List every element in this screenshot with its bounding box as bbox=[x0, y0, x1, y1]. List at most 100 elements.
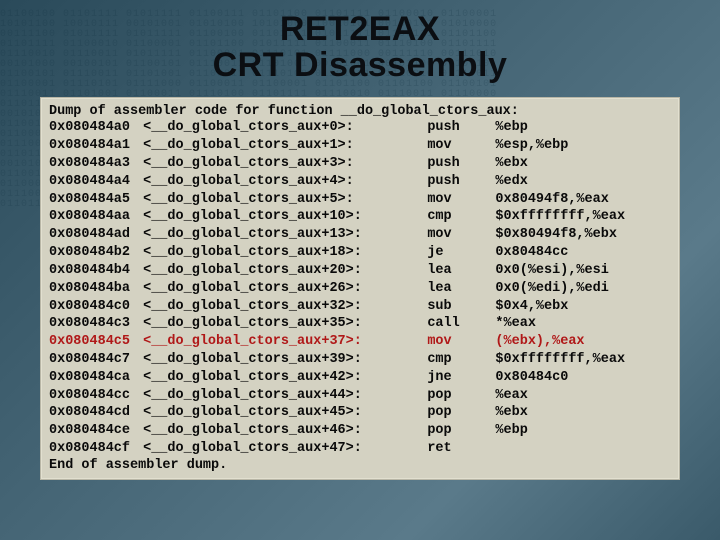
disassembly-row: 0x080484a4 <__do_global_ctors_aux+4>: pu… bbox=[49, 173, 671, 191]
addr: 0x080484a5 bbox=[49, 191, 135, 209]
opcode: ret bbox=[427, 440, 487, 458]
operands: $0xffffffff,%eax bbox=[495, 208, 625, 226]
addr: 0x080484cd bbox=[49, 404, 135, 422]
opcode: pop bbox=[427, 422, 487, 440]
addr: 0x080484ce bbox=[49, 422, 135, 440]
disassembly-row: 0x080484cf <__do_global_ctors_aux+47>: r… bbox=[49, 440, 671, 458]
symbol: <__do_global_ctors_aux+4>: bbox=[143, 173, 411, 191]
addr: 0x080484c0 bbox=[49, 298, 135, 316]
disassembly-row: 0x080484c0 <__do_global_ctors_aux+32>: s… bbox=[49, 298, 671, 316]
disassembly-row: 0x080484a3 <__do_global_ctors_aux+3>: pu… bbox=[49, 155, 671, 173]
operands: 0x0(%edi),%edi bbox=[495, 280, 608, 298]
symbol: <__do_global_ctors_aux+3>: bbox=[143, 155, 411, 173]
addr: 0x080484c3 bbox=[49, 315, 135, 333]
symbol: <__do_global_ctors_aux+46>: bbox=[143, 422, 411, 440]
addr: 0x080484ad bbox=[49, 226, 135, 244]
symbol: <__do_global_ctors_aux+5>: bbox=[143, 191, 411, 209]
disassembly-row: 0x080484b2 <__do_global_ctors_aux+18>: j… bbox=[49, 244, 671, 262]
disassembly-row: 0x080484aa <__do_global_ctors_aux+10>: c… bbox=[49, 208, 671, 226]
opcode: pop bbox=[427, 387, 487, 405]
operands: 0x0(%esi),%esi bbox=[495, 262, 608, 280]
symbol: <__do_global_ctors_aux+47>: bbox=[143, 440, 411, 458]
opcode: lea bbox=[427, 280, 487, 298]
addr: 0x080484b4 bbox=[49, 262, 135, 280]
symbol: <__do_global_ctors_aux+39>: bbox=[143, 351, 411, 369]
opcode: push bbox=[427, 155, 487, 173]
disassembly-row: 0x080484ad <__do_global_ctors_aux+13>: m… bbox=[49, 226, 671, 244]
opcode: cmp bbox=[427, 208, 487, 226]
symbol: <__do_global_ctors_aux+18>: bbox=[143, 244, 411, 262]
opcode: je bbox=[427, 244, 487, 262]
operands: %ebx bbox=[495, 155, 527, 173]
disassembly-row: 0x080484cc <__do_global_ctors_aux+44>: p… bbox=[49, 387, 671, 405]
symbol: <__do_global_ctors_aux+13>: bbox=[143, 226, 411, 244]
addr: 0x080484c5 bbox=[49, 333, 135, 351]
title-line-1: RET2EAX bbox=[213, 12, 508, 48]
slide-title: RET2EAX CRT Disassembly bbox=[213, 12, 508, 83]
operands: %ebx bbox=[495, 404, 527, 422]
operands: 0x80484cc bbox=[495, 244, 568, 262]
operands: 0x80484c0 bbox=[495, 369, 568, 387]
symbol: <__do_global_ctors_aux+37>: bbox=[143, 333, 411, 351]
symbol: <__do_global_ctors_aux+26>: bbox=[143, 280, 411, 298]
operands: %esp,%ebp bbox=[495, 137, 568, 155]
operands: *%eax bbox=[495, 315, 536, 333]
disassembly-row: 0x080484a0 <__do_global_ctors_aux+0>: pu… bbox=[49, 119, 671, 137]
opcode: call bbox=[427, 315, 487, 333]
title-line-2: CRT Disassembly bbox=[213, 48, 508, 84]
disassembly-rows: 0x080484a0 <__do_global_ctors_aux+0>: pu… bbox=[49, 119, 671, 457]
symbol: <__do_global_ctors_aux+1>: bbox=[143, 137, 411, 155]
disassembly-row: 0x080484a5 <__do_global_ctors_aux+5>: mo… bbox=[49, 191, 671, 209]
symbol: <__do_global_ctors_aux+44>: bbox=[143, 387, 411, 405]
opcode: push bbox=[427, 119, 487, 137]
disassembly-row: 0x080484a1 <__do_global_ctors_aux+1>: mo… bbox=[49, 137, 671, 155]
operands: %edx bbox=[495, 173, 527, 191]
opcode: cmp bbox=[427, 351, 487, 369]
operands: $0x4,%ebx bbox=[495, 298, 568, 316]
operands: %eax bbox=[495, 387, 527, 405]
symbol: <__do_global_ctors_aux+10>: bbox=[143, 208, 411, 226]
addr: 0x080484ca bbox=[49, 369, 135, 387]
symbol: <__do_global_ctors_aux+20>: bbox=[143, 262, 411, 280]
disassembly-row: 0x080484c7 <__do_global_ctors_aux+39>: c… bbox=[49, 351, 671, 369]
addr: 0x080484b2 bbox=[49, 244, 135, 262]
symbol: <__do_global_ctors_aux+42>: bbox=[143, 369, 411, 387]
disassembly-row: 0x080484cd <__do_global_ctors_aux+45>: p… bbox=[49, 404, 671, 422]
addr: 0x080484a1 bbox=[49, 137, 135, 155]
operands: %ebp bbox=[495, 422, 527, 440]
addr: 0x080484aa bbox=[49, 208, 135, 226]
opcode: jne bbox=[427, 369, 487, 387]
slide: RET2EAX CRT Disassembly Dump of assemble… bbox=[0, 0, 720, 540]
disassembly-row: 0x080484ce <__do_global_ctors_aux+46>: p… bbox=[49, 422, 671, 440]
operands: $0xffffffff,%eax bbox=[495, 351, 625, 369]
addr: 0x080484c7 bbox=[49, 351, 135, 369]
addr: 0x080484a0 bbox=[49, 119, 135, 137]
opcode: pop bbox=[427, 404, 487, 422]
operands: 0x80494f8,%eax bbox=[495, 191, 608, 209]
opcode: mov bbox=[427, 137, 487, 155]
operands: %ebp bbox=[495, 119, 527, 137]
operands: $0x80494f8,%ebx bbox=[495, 226, 617, 244]
opcode: mov bbox=[427, 191, 487, 209]
dump-footer: End of assembler dump. bbox=[49, 458, 671, 473]
symbol: <__do_global_ctors_aux+32>: bbox=[143, 298, 411, 316]
disassembly-row: 0x080484c3 <__do_global_ctors_aux+35>: c… bbox=[49, 315, 671, 333]
disassembly-row: 0x080484ca <__do_global_ctors_aux+42>: j… bbox=[49, 369, 671, 387]
dump-header: Dump of assembler code for function __do… bbox=[49, 104, 671, 119]
symbol: <__do_global_ctors_aux+0>: bbox=[143, 119, 411, 137]
opcode: mov bbox=[427, 226, 487, 244]
symbol: <__do_global_ctors_aux+45>: bbox=[143, 404, 411, 422]
operands: (%ebx),%eax bbox=[495, 333, 584, 351]
disassembly-box: Dump of assembler code for function __do… bbox=[40, 97, 680, 479]
opcode: push bbox=[427, 173, 487, 191]
addr: 0x080484cf bbox=[49, 440, 135, 458]
opcode: lea bbox=[427, 262, 487, 280]
opcode: mov bbox=[427, 333, 487, 351]
opcode: sub bbox=[427, 298, 487, 316]
addr: 0x080484a3 bbox=[49, 155, 135, 173]
disassembly-row: 0x080484b4 <__do_global_ctors_aux+20>: l… bbox=[49, 262, 671, 280]
symbol: <__do_global_ctors_aux+35>: bbox=[143, 315, 411, 333]
addr: 0x080484cc bbox=[49, 387, 135, 405]
disassembly-row: 0x080484ba <__do_global_ctors_aux+26>: l… bbox=[49, 280, 671, 298]
addr: 0x080484ba bbox=[49, 280, 135, 298]
